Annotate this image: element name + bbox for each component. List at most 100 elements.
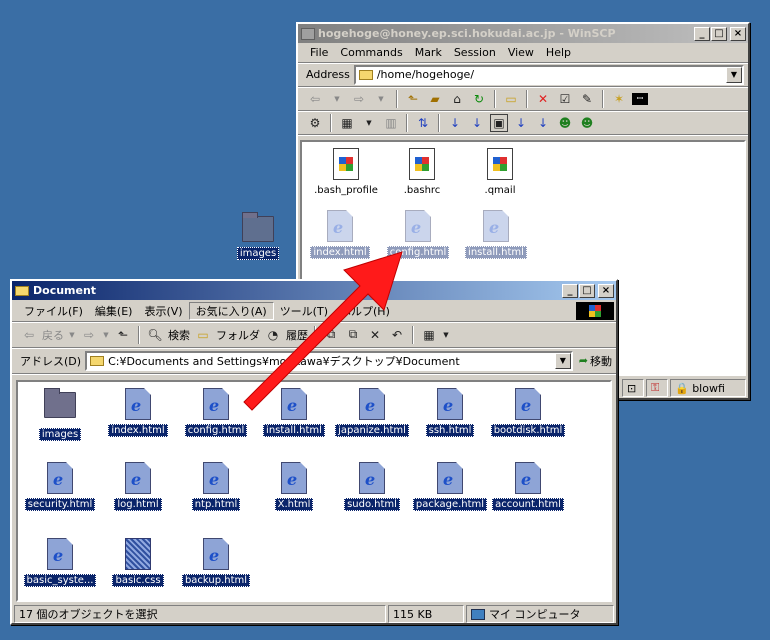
close-button[interactable]: × xyxy=(730,26,746,41)
file-item[interactable]: e sudo.html xyxy=(332,462,412,511)
parent-dir-icon[interactable]: ⬑ xyxy=(404,90,422,108)
separator xyxy=(438,113,440,132)
file-item[interactable]: basic.css xyxy=(98,538,178,587)
console-icon[interactable]: ꟷ xyxy=(632,92,648,105)
address-combo[interactable]: C:¥Documents and Settings¥morikawa¥デスクトッ… xyxy=(85,350,573,371)
sort-ext-icon[interactable]: ↓ xyxy=(468,114,486,132)
file-item[interactable]: e basic_syste... xyxy=(20,538,100,587)
menu-favorites[interactable]: お気に入り(A) xyxy=(188,301,274,320)
desktop-icon-images[interactable]: images xyxy=(228,212,288,260)
chevron-down-icon[interactable]: ▼ xyxy=(442,326,450,344)
maximize-button[interactable]: □ xyxy=(579,283,595,298)
explorer-file-view[interactable]: images e index.html e config.html e install.ht… xyxy=(16,380,612,602)
file-item[interactable]: e install.html xyxy=(254,388,334,437)
search-label[interactable]: 検索 xyxy=(168,327,190,343)
separator xyxy=(330,113,332,132)
folders-icon[interactable]: ▭ xyxy=(194,326,212,344)
file-item[interactable]: e log.html xyxy=(98,462,178,511)
chevron-down-icon[interactable]: ▼ xyxy=(360,114,378,132)
address-value: /home/hogehoge/ xyxy=(376,68,475,81)
menu-view[interactable]: 表示(V) xyxy=(138,303,188,319)
sort-attr-icon[interactable]: ↓ xyxy=(534,114,552,132)
minimize-button[interactable]: _ xyxy=(562,283,578,298)
rename-icon[interactable]: ✎ xyxy=(578,90,596,108)
file-item[interactable]: e ssh.html xyxy=(410,388,490,437)
separator xyxy=(412,325,414,344)
up-folder-icon[interactable]: ⬑ xyxy=(114,326,132,344)
file-item[interactable]: e config.html xyxy=(176,388,256,437)
delete-icon[interactable]: ✕ xyxy=(534,90,552,108)
history-label[interactable]: 履歴 xyxy=(286,327,308,343)
explorer-window[interactable]: Document _ □ × ファイル(F) 編集(E) 表示(V) お気に入り… xyxy=(10,279,618,625)
menu-file[interactable]: File xyxy=(304,46,334,59)
copy-to-icon[interactable]: ⧉ xyxy=(344,326,362,344)
close-button[interactable]: × xyxy=(598,283,614,298)
undo-icon[interactable]: ↶ xyxy=(388,326,406,344)
file-item[interactable]: .bashrc xyxy=(382,148,462,196)
sort-date-icon[interactable]: ↓ xyxy=(512,114,530,132)
filter-icon[interactable]: ▥ xyxy=(382,114,400,132)
file-item[interactable]: e X.html xyxy=(254,462,334,511)
menu-mark[interactable]: Mark xyxy=(409,46,448,59)
sort-name-icon[interactable]: ↓ xyxy=(446,114,464,132)
gear-icon[interactable]: ⚙ xyxy=(306,114,324,132)
folder-icon xyxy=(358,69,373,80)
winscp-titlebar[interactable]: hogehoge@honey.ep.sci.hokudai.ac.jp - Wi… xyxy=(298,24,748,43)
sort-size-icon[interactable]: ▣ xyxy=(490,113,508,132)
menu-commands[interactable]: Commands xyxy=(334,46,408,59)
view-mode-icon[interactable]: ▦ xyxy=(338,114,356,132)
file-item[interactable]: e index.html xyxy=(98,388,178,437)
sort-icon[interactable]: ⇅ xyxy=(414,114,432,132)
chevron-down-icon[interactable]: ▼ xyxy=(726,66,742,83)
home-icon[interactable]: ⌂ xyxy=(448,90,466,108)
minimize-button[interactable]: _ xyxy=(694,26,710,41)
chevron-down-icon[interactable]: ▼ xyxy=(372,90,390,108)
go-button[interactable]: ➦ 移動 xyxy=(579,353,612,369)
move-to-icon[interactable]: ⧉ xyxy=(322,326,340,344)
refresh-icon[interactable]: ↻ xyxy=(470,90,488,108)
root-dir-icon[interactable]: ▰ xyxy=(426,90,444,108)
menu-help[interactable]: ヘルプ(H) xyxy=(334,303,396,319)
search-icon[interactable]: 🔍︎ xyxy=(146,326,164,344)
file-item[interactable]: e security.html xyxy=(20,462,100,511)
file-item[interactable]: e japanize.html xyxy=(332,388,412,437)
forward-icon[interactable]: ⇨ xyxy=(80,326,98,344)
file-item[interactable]: e backup.html xyxy=(176,538,256,587)
back-icon[interactable]: ⇦ xyxy=(20,326,38,344)
file-item[interactable]: e account.html xyxy=(488,462,568,511)
file-item[interactable]: images xyxy=(20,388,100,441)
history-icon[interactable]: ◔ xyxy=(264,326,282,344)
explorer-titlebar[interactable]: Document _ □ × xyxy=(12,281,616,300)
open-folder-icon[interactable]: ▭ xyxy=(502,90,520,108)
chevron-down-icon[interactable]: ▼ xyxy=(68,326,76,344)
file-item[interactable]: e ntp.html xyxy=(176,462,256,511)
properties-icon[interactable]: ☑ xyxy=(556,90,574,108)
folders-label[interactable]: フォルダ xyxy=(216,327,260,343)
back-icon[interactable]: ⇦ xyxy=(306,90,324,108)
forward-icon[interactable]: ⇨ xyxy=(350,90,368,108)
menu-session[interactable]: Session xyxy=(448,46,502,59)
new-folder-icon[interactable]: ✶ xyxy=(610,90,628,108)
file-item[interactable]: .qmail xyxy=(460,148,540,196)
address-combo[interactable]: /home/hogehoge/ ▼ xyxy=(353,64,744,85)
file-item[interactable]: e package.html xyxy=(410,462,490,511)
maximize-button[interactable]: □ xyxy=(711,26,727,41)
views-icon[interactable]: ▦ xyxy=(420,326,438,344)
menu-tools[interactable]: ツール(T) xyxy=(274,303,334,319)
chevron-down-icon[interactable]: ▼ xyxy=(102,326,110,344)
owner-icon[interactable]: ☻ xyxy=(556,114,574,132)
chevron-down-icon[interactable]: ▼ xyxy=(554,352,571,369)
delete-icon[interactable]: ✕ xyxy=(366,326,384,344)
chevron-down-icon[interactable]: ▼ xyxy=(328,90,346,108)
html-file-icon: e xyxy=(122,462,154,494)
back-label[interactable]: 戻る xyxy=(42,327,64,343)
file-item[interactable]: e bootdisk.html xyxy=(488,388,568,437)
group-icon[interactable]: ☻ xyxy=(578,114,596,132)
menu-help[interactable]: Help xyxy=(540,46,577,59)
menu-view[interactable]: View xyxy=(502,46,540,59)
menu-file[interactable]: ファイル(F) xyxy=(18,303,89,319)
menu-edit[interactable]: 編集(E) xyxy=(89,303,139,319)
file-item[interactable]: .bash_profile xyxy=(306,148,386,196)
winscp-statusbar: ⊡ ⚿ 🔒 blowfi xyxy=(622,378,746,398)
status-location: マイ コンピュータ xyxy=(466,605,614,623)
